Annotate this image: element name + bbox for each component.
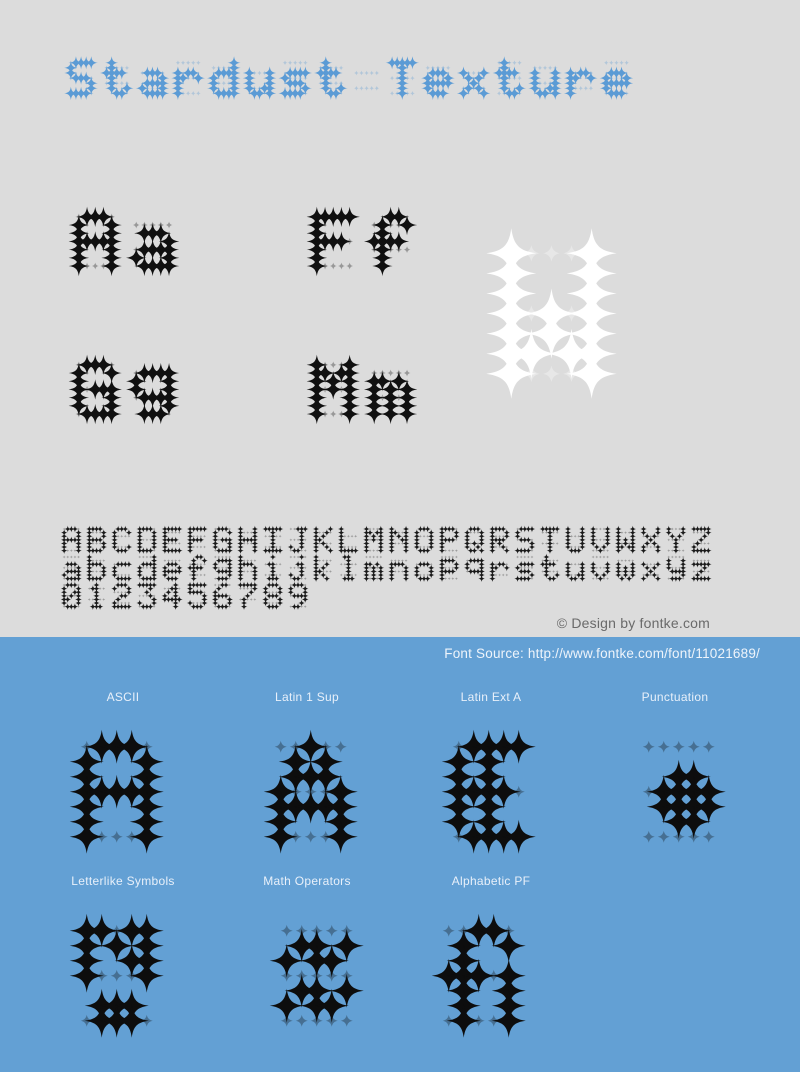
unicode-block-label: Punctuation (641, 690, 709, 704)
unicode-block-sample-glyph (58, 718, 176, 866)
unicode-block-sample-glyph (58, 902, 176, 1050)
unicode-block-label: ASCII (106, 690, 140, 704)
unicode-block-label: Math Operators (263, 874, 351, 888)
unicode-blocks-layer: ASCII Latin 1 Sup Latin Ext A Punctuation Le… (0, 0, 800, 1072)
unicode-block-sample-glyph (258, 902, 376, 1050)
unicode-block-sample-glyph (620, 718, 738, 866)
unicode-block-sample-glyph (420, 902, 538, 1050)
unicode-block-label: Letterlike Symbols (71, 874, 175, 888)
unicode-block-label: Alphabetic PF (451, 874, 531, 888)
unicode-block-sample-glyph (252, 718, 370, 866)
unicode-block-sample-glyph (430, 718, 548, 866)
unicode-block-label: Latin 1 Sup (274, 690, 340, 704)
unicode-block-label: Latin Ext A (460, 690, 522, 704)
